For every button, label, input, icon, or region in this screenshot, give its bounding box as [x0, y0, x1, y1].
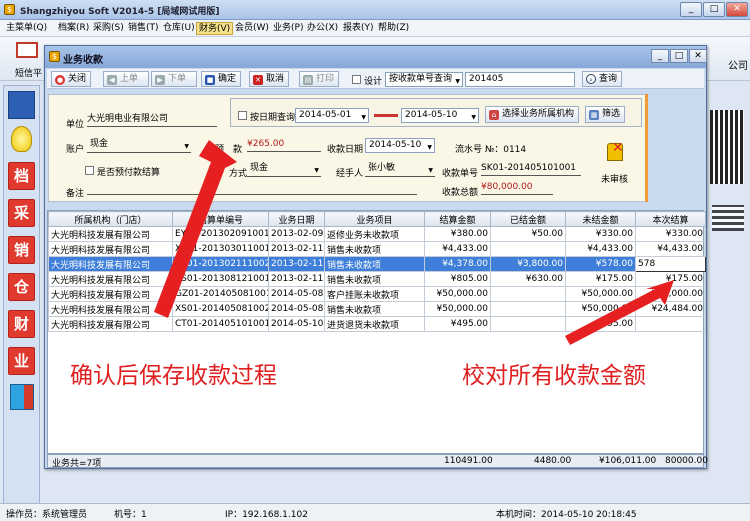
status-machine: 机号：1 — [114, 510, 147, 520]
arrow-right-annotation — [565, 280, 674, 345]
annotation-arrows — [154, 140, 674, 345]
status-operator: 操作员：系统管理员 — [6, 510, 88, 520]
status-ip: IP：192.168.1.102 — [225, 510, 308, 520]
annotation-right-text: 校对所有收款金额 — [462, 363, 646, 389]
annotation-left-text: 确认后保存收款过程 — [70, 363, 277, 389]
arrow-left-annotation — [154, 140, 237, 318]
status-time: 本机时间：2014-05-10 20:18:45 — [496, 510, 637, 520]
status-bar: 操作员：系统管理员 机号：1 IP：192.168.1.102 本机时间：201… — [0, 503, 750, 521]
